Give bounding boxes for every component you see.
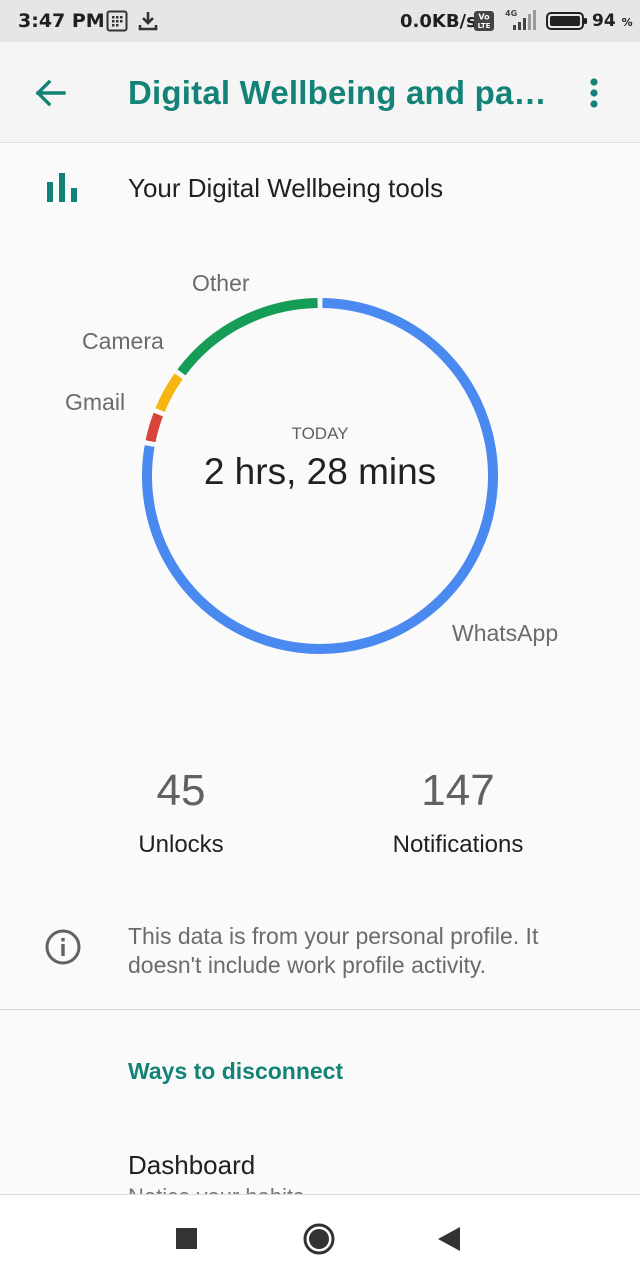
chart-label-other: Other bbox=[192, 270, 250, 296]
navigation-bar bbox=[0, 1194, 640, 1281]
nav-back-button[interactable] bbox=[427, 1217, 471, 1261]
usage-period: TODAY bbox=[291, 424, 349, 443]
recents-button[interactable] bbox=[165, 1217, 209, 1261]
info-text: This data is from your personal profile.… bbox=[128, 923, 539, 978]
usage-total: 2 hrs, 28 mins bbox=[203, 451, 437, 492]
ring-segment-camera[interactable] bbox=[155, 373, 183, 413]
unlocks-label: Unlocks bbox=[138, 831, 224, 858]
chart-label-camera: Camera bbox=[82, 328, 164, 354]
info-icon bbox=[44, 928, 82, 971]
notifications-label: Notifications bbox=[392, 831, 524, 858]
home-button[interactable] bbox=[297, 1217, 341, 1261]
back-triangle-icon bbox=[427, 1227, 471, 1265]
section-title: Ways to disconnect bbox=[128, 1058, 344, 1084]
dashboard-title: Dashboard bbox=[128, 1150, 256, 1180]
home-circle-icon bbox=[297, 1223, 341, 1265]
ring-segment-other[interactable] bbox=[177, 298, 318, 376]
chart-label-gmail: Gmail bbox=[65, 389, 126, 415]
unlocks-count: 45 bbox=[156, 766, 206, 815]
notifications-count: 147 bbox=[421, 766, 495, 815]
ring-segment-gmail[interactable] bbox=[145, 412, 163, 443]
section-divider bbox=[0, 1009, 640, 1010]
chart-label-whatsapp: WhatsApp bbox=[452, 620, 559, 646]
recents-square-icon bbox=[165, 1228, 209, 1265]
